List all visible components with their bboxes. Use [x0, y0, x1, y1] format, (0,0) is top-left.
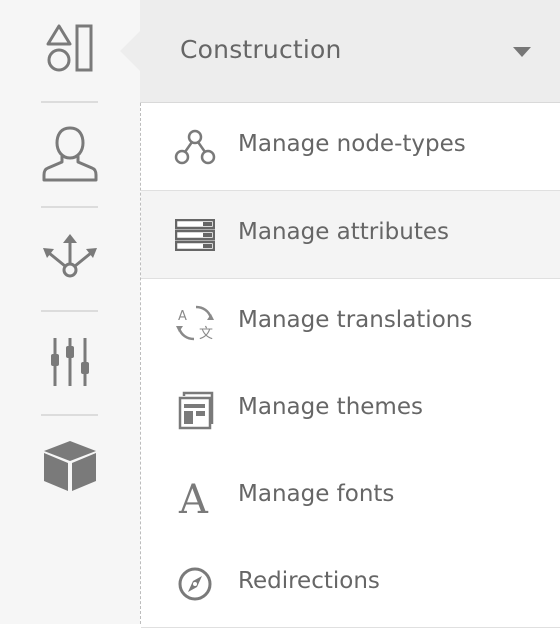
menu-item-label: Manage fonts	[238, 481, 395, 507]
svg-text:A: A	[178, 309, 187, 324]
rail-modules-button[interactable]	[0, 418, 140, 514]
menu-item-themes[interactable]: Manage themes	[141, 366, 560, 454]
themes-icon	[174, 390, 216, 430]
rail-shapes-button[interactable]	[0, 2, 140, 98]
sliders-icon	[47, 336, 93, 388]
node-types-icon	[174, 127, 216, 167]
section-header[interactable]: Construction	[140, 0, 560, 103]
translations-icon: A 文	[174, 303, 216, 343]
menu-item-label: Manage translations	[238, 307, 473, 333]
rail-users-button[interactable]	[0, 106, 140, 202]
menu-item-label: Manage themes	[238, 394, 423, 420]
menu-item-fonts[interactable]: A Manage fonts	[141, 453, 560, 541]
attributes-icon	[174, 215, 216, 255]
shapes-icon	[45, 24, 95, 76]
cube-icon	[42, 439, 98, 493]
share-arrows-icon	[40, 233, 100, 283]
menu-item-redirections[interactable]: Redirections	[141, 540, 560, 628]
rail-divider	[41, 310, 98, 312]
menu-item-label: Manage attributes	[238, 219, 449, 245]
rail-share-button[interactable]	[0, 210, 140, 306]
menu-item-attributes[interactable]: Manage attributes	[141, 191, 560, 279]
rail-divider	[41, 101, 98, 103]
svg-text:文: 文	[199, 326, 213, 341]
menu-item-node-types[interactable]: Manage node-types	[141, 103, 560, 191]
menu-item-label: Manage node-types	[238, 131, 466, 157]
svg-text:A: A	[178, 477, 209, 517]
user-icon	[42, 125, 98, 183]
header-pointer	[120, 31, 140, 71]
menu-item-label: Redirections	[238, 568, 380, 594]
caret-down-icon[interactable]	[513, 47, 531, 57]
section-title: Construction	[180, 35, 342, 64]
rail-divider	[41, 414, 98, 416]
left-rail	[0, 0, 140, 624]
compass-icon	[174, 564, 216, 604]
rail-divider	[41, 206, 98, 208]
rail-settings-button[interactable]	[0, 314, 140, 410]
fonts-icon: A	[174, 477, 216, 517]
menu-item-translations[interactable]: A 文 Manage translations	[141, 279, 560, 367]
